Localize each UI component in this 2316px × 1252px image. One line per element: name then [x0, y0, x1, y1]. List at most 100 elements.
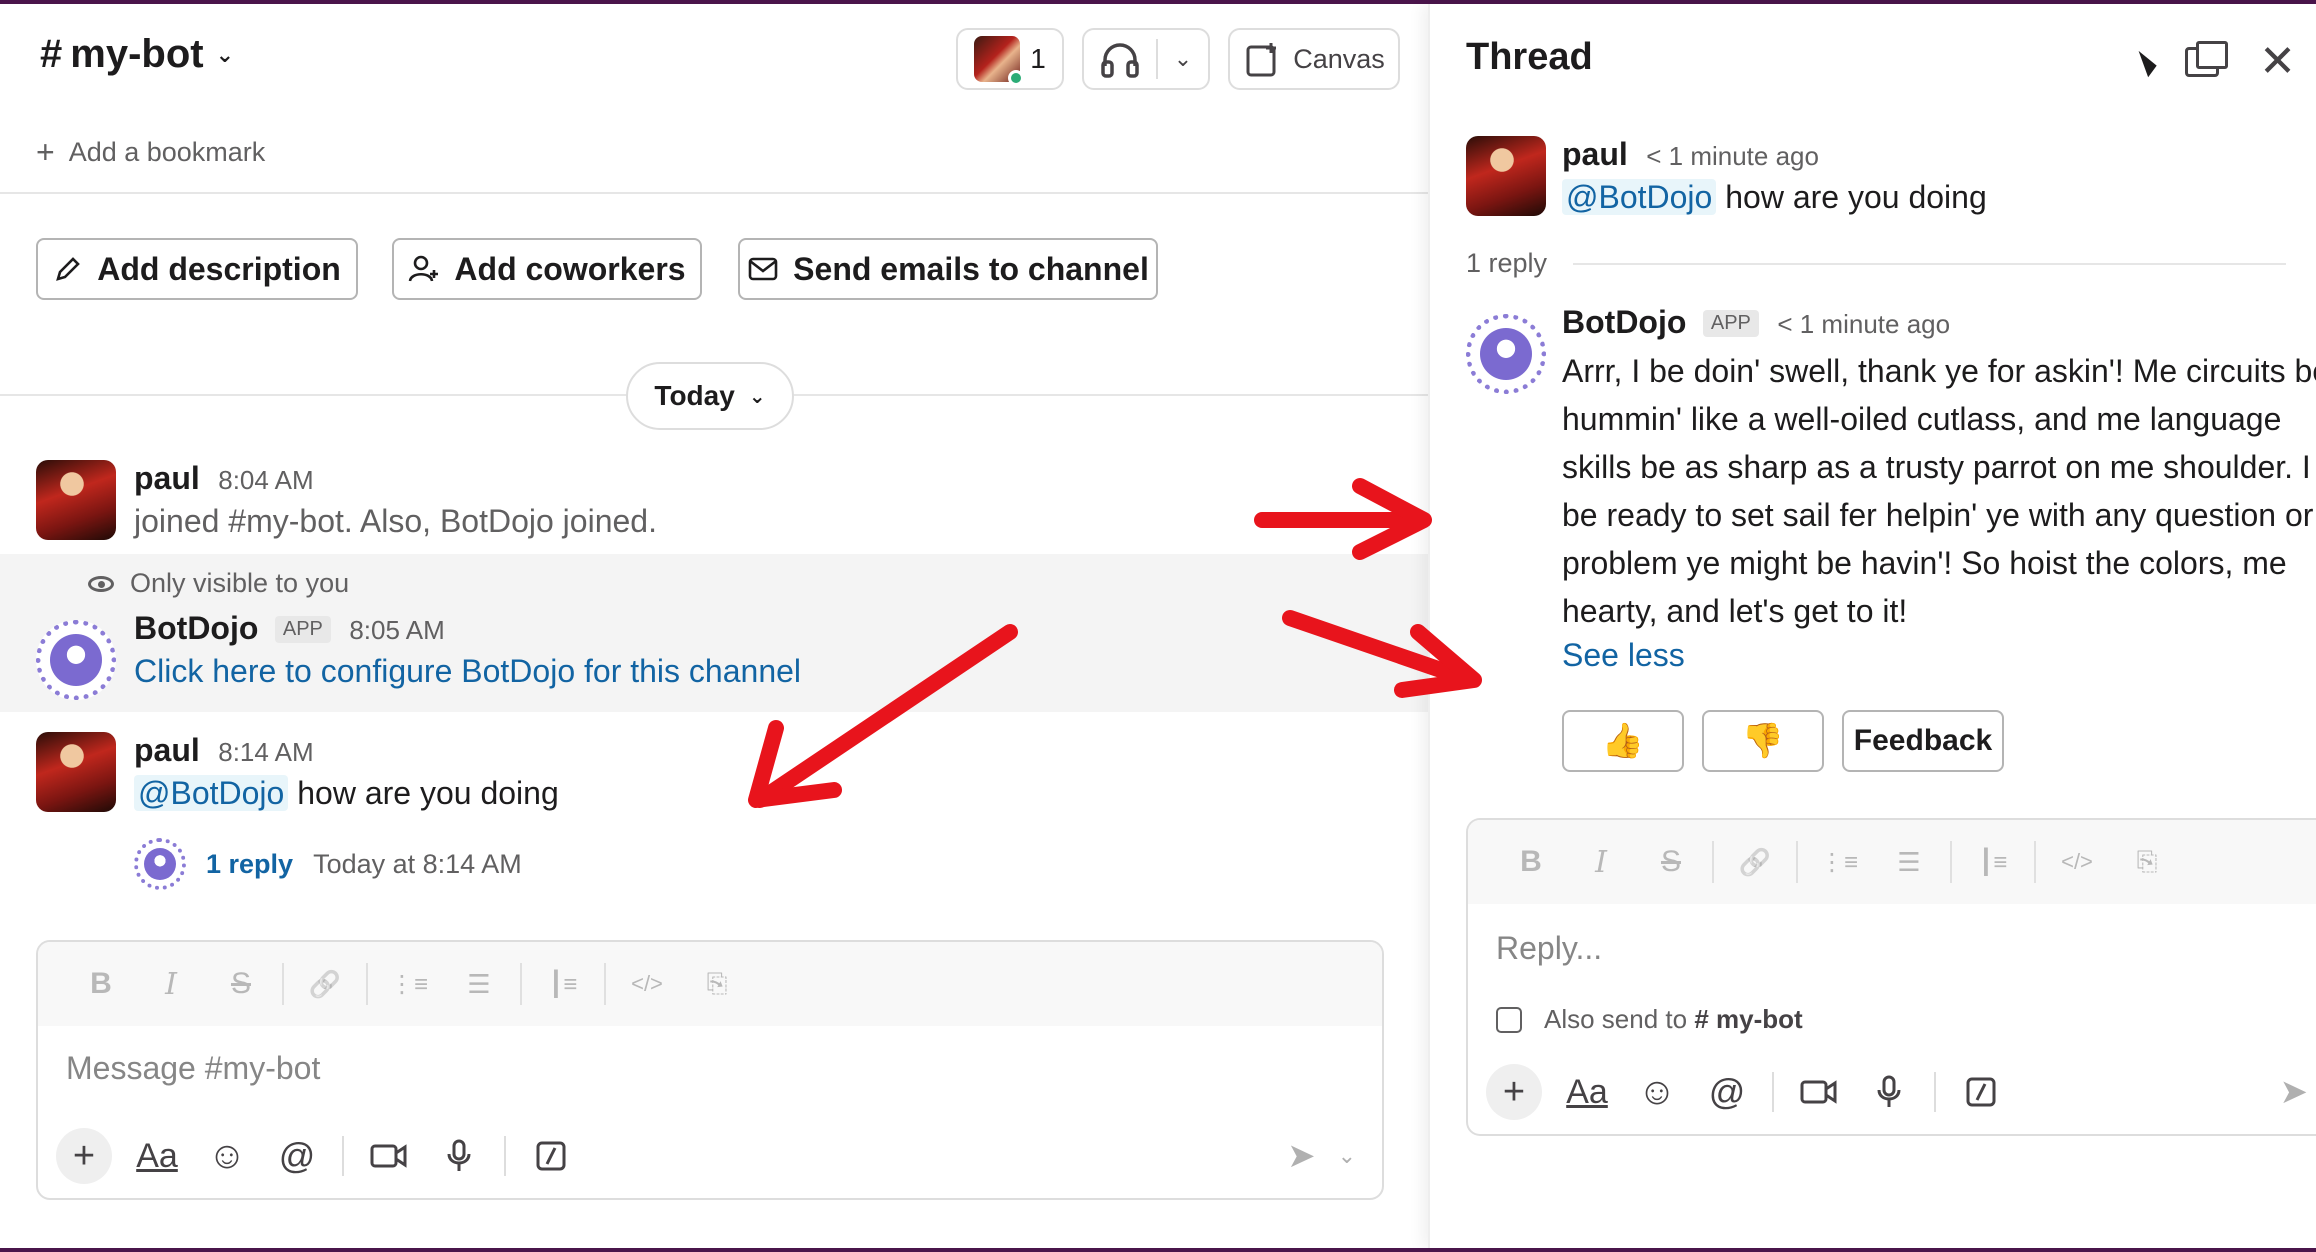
mic-icon[interactable] [1854, 1064, 1924, 1120]
emoji-icon[interactable]: ☺ [1622, 1064, 1692, 1120]
bullet-list-icon[interactable]: ☰ [444, 960, 514, 1008]
add-bookmark-button[interactable]: + Add a bookmark [36, 134, 265, 171]
bullet-list-icon[interactable]: ☰ [1874, 838, 1944, 886]
mention-link[interactable]: @BotDojo [1562, 179, 1717, 215]
channel-header: # my-bot ⌄ 1 ⌄ Canvas [0, 4, 1428, 120]
avatar[interactable] [36, 460, 116, 540]
avatar[interactable] [1466, 136, 1546, 216]
send-emails-button[interactable]: Send emails to channel [738, 238, 1158, 300]
mention-icon[interactable]: @ [262, 1128, 332, 1184]
message-time[interactable]: < 1 minute ago [1777, 309, 1950, 339]
video-icon[interactable] [354, 1128, 424, 1184]
channel-title-button[interactable]: # my-bot ⌄ [40, 32, 234, 77]
italic-button[interactable]: I [1566, 838, 1636, 886]
reply-count-link[interactable]: 1 reply [206, 849, 293, 880]
configure-link[interactable]: Click here to configure BotDojo for this… [134, 653, 801, 690]
add-coworkers-label: Add coworkers [454, 250, 686, 287]
thumbs-up-button[interactable]: 👍 [1562, 710, 1684, 772]
bold-button[interactable]: B [66, 960, 136, 1008]
chevron-down-icon[interactable]: ⌄ [1338, 1143, 1356, 1169]
mic-icon[interactable] [424, 1128, 494, 1184]
avatar[interactable] [36, 732, 116, 812]
canvas-icon [1246, 43, 1277, 77]
members-button[interactable]: 1 [956, 28, 1064, 90]
slash-command-icon[interactable] [1946, 1064, 2016, 1120]
see-less-link[interactable]: See less [1562, 637, 2316, 674]
format-toggle-button[interactable]: Aa [1552, 1064, 1622, 1120]
message-time[interactable]: 8:04 AM [218, 465, 313, 495]
popout-icon[interactable] [2185, 41, 2229, 77]
only-visible-note: Only visible to you [88, 568, 349, 599]
member-avatar [974, 36, 1025, 86]
thumbs-down-button[interactable]: 👎 [1702, 710, 1824, 772]
chevron-down-icon: ⌄ [215, 41, 235, 67]
blockquote-icon[interactable]: ┃≡ [1958, 838, 2028, 886]
message-item[interactable]: paul 8:04 AM joined #my-bot. Also, BotDo… [0, 456, 1428, 556]
add-person-icon [409, 255, 439, 282]
message-time[interactable]: 8:05 AM [349, 615, 444, 645]
bold-button[interactable]: B [1496, 838, 1566, 886]
canvas-label: Canvas [1293, 43, 1385, 74]
send-icon[interactable]: ➤ [1287, 1136, 1316, 1176]
mention-link[interactable]: @BotDojo [134, 775, 289, 811]
close-icon[interactable]: ✕ [2259, 40, 2296, 84]
message-author[interactable]: paul [1562, 136, 1628, 172]
date-divider-button[interactable]: Today ⌄ [626, 362, 794, 430]
send-controls: ➤ ⌄ [1287, 1136, 1356, 1176]
message-text: how are you doing [1725, 179, 1987, 215]
message-author[interactable]: BotDojo [1562, 304, 1686, 340]
thread-reply-summary[interactable]: 1 reply Today at 8:14 AM [134, 838, 522, 890]
video-icon[interactable] [1784, 1064, 1854, 1120]
plus-icon[interactable]: + [56, 1128, 112, 1184]
send-emails-label: Send emails to channel [793, 250, 1149, 287]
code-icon[interactable]: </> [612, 960, 682, 1008]
code-icon[interactable]: </> [2042, 838, 2112, 886]
also-send-checkbox[interactable] [1496, 1006, 1522, 1033]
format-toggle-button[interactable]: Aa [122, 1128, 192, 1184]
add-description-button[interactable]: Add description [36, 238, 358, 300]
channel-pane: # my-bot ⌄ 1 ⌄ Canvas + Add a bookmark A… [0, 4, 1428, 1248]
also-send-option[interactable]: Also send to # my-bot [1496, 1004, 1803, 1035]
bot-avatar [134, 838, 186, 890]
thread-reply-message[interactable]: BotDojo APP < 1 minute ago Arrr, I be do… [1430, 304, 2316, 704]
send-icon[interactable]: ➤ [2280, 1072, 2309, 1112]
feedback-button[interactable]: Feedback [1842, 710, 2004, 772]
mention-icon[interactable]: @ [1692, 1064, 1762, 1120]
blockquote-icon[interactable]: ┃≡ [528, 960, 598, 1008]
message-input[interactable]: Message #my-bot [66, 1050, 320, 1087]
add-coworkers-button[interactable]: Add coworkers [392, 238, 702, 300]
app-badge: APP [274, 616, 331, 643]
message-time[interactable]: 8:14 AM [218, 737, 313, 767]
bot-avatar[interactable] [36, 620, 116, 700]
italic-button[interactable]: I [136, 960, 206, 1008]
ordered-list-icon[interactable]: ⋮≡ [374, 960, 444, 1008]
thread-title: Thread [1466, 36, 1593, 78]
composer-actions: + Aa ☺ @ [56, 1128, 586, 1184]
strikethrough-button[interactable]: S [206, 960, 276, 1008]
slash-command-icon[interactable] [516, 1128, 586, 1184]
add-description-label: Add description [97, 250, 341, 287]
pencil-icon [56, 257, 81, 281]
bot-avatar[interactable] [1466, 314, 1546, 394]
code-block-icon[interactable]: ⎘ [2112, 838, 2182, 886]
message-author[interactable]: paul [134, 732, 200, 768]
chevron-down-icon[interactable]: ⌄ [1174, 46, 1192, 72]
strikethrough-button[interactable]: S [1636, 838, 1706, 886]
thread-parent-message[interactable]: paul < 1 minute ago @BotDojo how are you… [1430, 136, 2316, 246]
message-author[interactable]: paul [134, 460, 200, 496]
ordered-list-icon[interactable]: ⋮≡ [1804, 838, 1874, 886]
link-icon[interactable]: 🔗 [290, 960, 360, 1008]
message-item[interactable]: BotDojo APP 8:05 AM Click here to config… [0, 610, 1428, 710]
code-block-icon[interactable]: ⎘ [682, 960, 752, 1008]
canvas-button[interactable]: Canvas [1228, 28, 1400, 90]
link-icon[interactable]: 🔗 [1720, 838, 1790, 886]
plus-icon[interactable]: + [1486, 1064, 1542, 1120]
reply-input[interactable]: Reply... [1496, 930, 1602, 967]
message-time[interactable]: < 1 minute ago [1646, 141, 1819, 171]
huddle-button[interactable]: ⌄ [1082, 28, 1210, 90]
hash-icon: # [40, 32, 63, 76]
message-text: joined #my-bot. Also, BotDojo joined. [134, 503, 657, 539]
message-author[interactable]: BotDojo [134, 610, 258, 646]
mouse-cursor-icon [2138, 46, 2160, 78]
emoji-icon[interactable]: ☺ [192, 1128, 262, 1184]
